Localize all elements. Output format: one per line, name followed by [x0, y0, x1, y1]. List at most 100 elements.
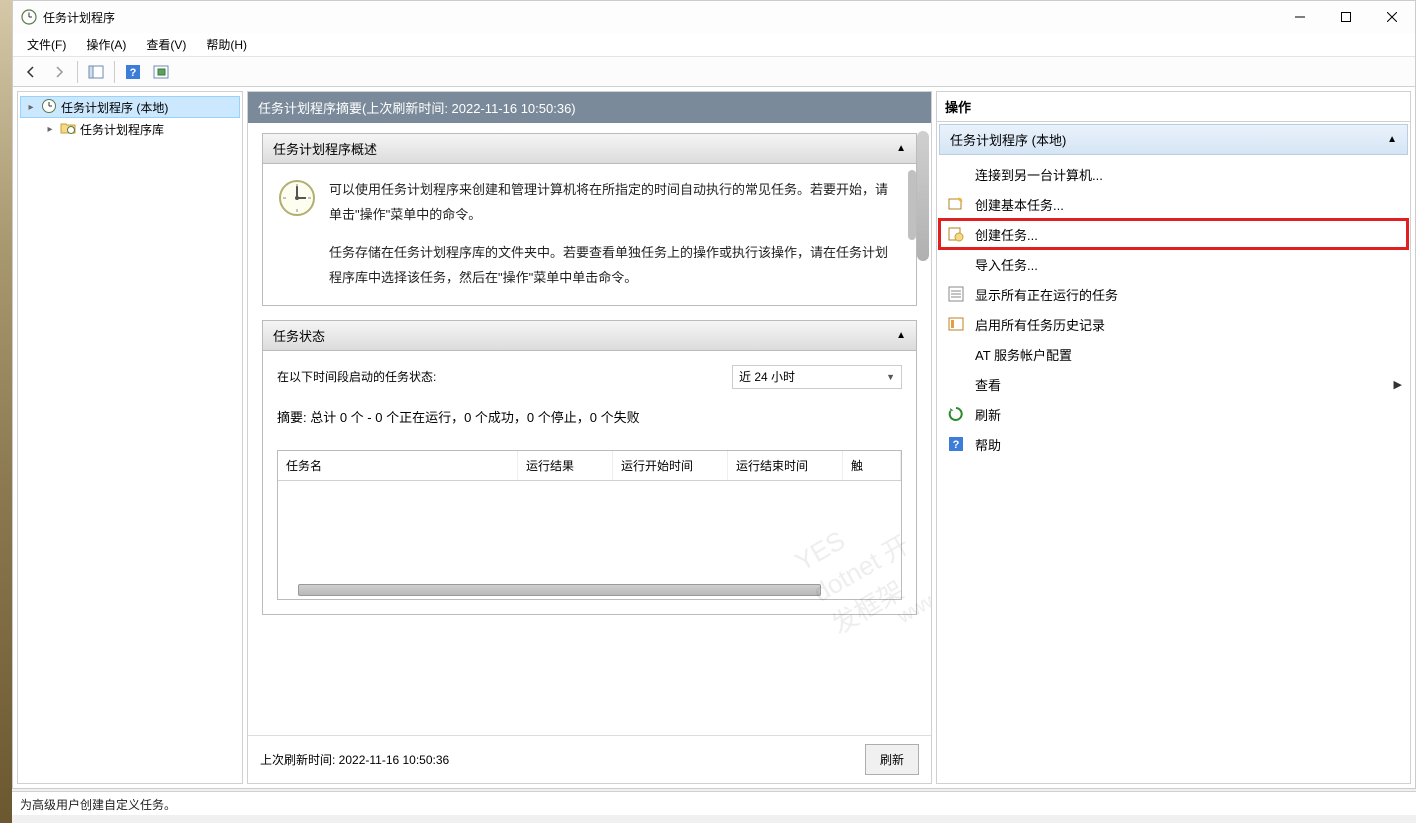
action-label: 导入任务...	[975, 255, 1038, 274]
status-section-header[interactable]: 任务状态 ▲	[262, 320, 917, 351]
last-refresh-label: 上次刷新时间: 2022-11-16 10:50:36	[260, 751, 449, 768]
col-run-result[interactable]: 运行结果	[518, 451, 613, 480]
chevron-up-icon: ▲	[1387, 134, 1397, 145]
chevron-up-icon: ▲	[896, 330, 906, 341]
svg-text:?: ?	[130, 67, 137, 79]
app-icon	[21, 9, 37, 25]
tree-expand-icon[interactable]: ▸	[25, 102, 37, 113]
action-list: 连接到另一台计算机... 创建基本任务... 创建任务... 导入任务... 显…	[937, 157, 1410, 461]
action-enable-history[interactable]: 启用所有任务历史记录	[939, 309, 1408, 339]
expand-arrow-icon: ▶	[1394, 378, 1402, 391]
horizontal-scrollbar-thumb[interactable]	[298, 584, 821, 596]
overview-text: 可以使用任务计划程序来创建和管理计算机将在所指定的时间自动执行的常见任务。若要开…	[329, 178, 902, 291]
status-summary-text: 摘要: 总计 0 个 - 0 个正在运行，0 个成功，0 个停止，0 个失败	[277, 407, 902, 426]
summary-body: 任务计划程序概述 ▲ 可以使用任务计划程序来创建和管理计算机将在所指定的时间自动…	[248, 123, 931, 735]
col-task-name[interactable]: 任务名	[278, 451, 518, 480]
show-hide-console-button[interactable]	[84, 60, 108, 84]
tree-expand-icon[interactable]: ▸	[44, 124, 56, 135]
action-label: AT 服务帐户配置	[975, 345, 1072, 364]
status-period-combo[interactable]: 近 24 小时 ▼	[732, 365, 902, 389]
menu-file[interactable]: 文件(F)	[17, 34, 76, 55]
clock-icon	[41, 98, 57, 117]
main-area: ▸ 任务计划程序 (本地) ▸ 任务计划程序库 任务计划程序摘要(上次刷新时间:…	[13, 87, 1415, 788]
col-end-time[interactable]: 运行结束时间	[728, 451, 843, 480]
section-title: 任务计划程序 (本地)	[950, 130, 1066, 149]
menubar: 文件(F) 操作(A) 查看(V) 帮助(H)	[13, 33, 1415, 57]
menu-view[interactable]: 查看(V)	[136, 34, 196, 55]
overview-paragraph: 可以使用任务计划程序来创建和管理计算机将在所指定的时间自动执行的常见任务。若要开…	[329, 178, 888, 227]
action-label: 帮助	[975, 435, 1001, 454]
svg-text:?: ?	[953, 439, 960, 451]
refresh-button[interactable]: 刷新	[865, 744, 919, 775]
status-box: 在以下时间段启动的任务状态: 近 24 小时 ▼ 摘要: 总计 0 个 - 0 …	[262, 351, 917, 615]
scrollbar-thumb[interactable]	[908, 170, 916, 240]
chevron-down-icon: ▼	[886, 372, 895, 382]
actions-panel-title: 操作	[937, 92, 1410, 122]
section-title: 任务状态	[273, 326, 325, 345]
refresh-row: 上次刷新时间: 2022-11-16 10:50:36 刷新	[248, 735, 931, 783]
toolbar-separator	[114, 61, 115, 83]
maximize-button[interactable]	[1323, 1, 1369, 33]
task-table-header: 任务名 运行结果 运行开始时间 运行结束时间 触	[278, 451, 901, 481]
action-show-running[interactable]: 显示所有正在运行的任务	[939, 279, 1408, 309]
overview-paragraph: 任务存储在任务计划程序库的文件夹中。若要查看单独任务上的操作或执行该操作，请在任…	[329, 241, 888, 290]
task-table: 任务名 运行结果 运行开始时间 运行结束时间 触	[277, 450, 902, 600]
center-panel: 任务计划程序摘要(上次刷新时间: 2022-11-16 10:50:36) 任务…	[247, 91, 932, 784]
section-title: 任务计划程序概述	[273, 139, 377, 158]
folder-clock-icon	[60, 120, 76, 139]
tree-root-item[interactable]: ▸ 任务计划程序 (本地)	[20, 96, 240, 118]
menu-help[interactable]: 帮助(H)	[196, 34, 257, 55]
window-title: 任务计划程序	[43, 9, 115, 26]
action-refresh[interactable]: 刷新	[939, 399, 1408, 429]
desktop-background-strip	[0, 0, 12, 823]
minimize-button[interactable]	[1277, 1, 1323, 33]
chevron-up-icon: ▲	[896, 143, 906, 154]
tree-library-item[interactable]: ▸ 任务计划程序库	[20, 118, 240, 140]
toolbar-separator	[77, 61, 78, 83]
blank-icon	[947, 255, 965, 273]
action-label: 刷新	[975, 405, 1001, 424]
overview-section-header[interactable]: 任务计划程序概述 ▲	[262, 133, 917, 164]
action-label: 创建任务...	[975, 225, 1038, 244]
close-button[interactable]	[1369, 1, 1415, 33]
help-icon: ?	[947, 435, 965, 453]
main-window: 任务计划程序 文件(F) 操作(A) 查看(V) 帮助(H) ? ▸ 任务计划程…	[12, 0, 1416, 789]
col-start-time[interactable]: 运行开始时间	[613, 451, 728, 480]
task-icon	[947, 225, 965, 243]
action-at-config[interactable]: AT 服务帐户配置	[939, 339, 1408, 369]
action-create-basic-task[interactable]: 创建基本任务...	[939, 189, 1408, 219]
clock-icon	[277, 178, 317, 218]
scrollbar-thumb[interactable]	[917, 131, 929, 261]
tree-panel: ▸ 任务计划程序 (本地) ▸ 任务计划程序库	[17, 91, 243, 784]
titlebar: 任务计划程序	[13, 1, 1415, 33]
action-view[interactable]: 查看 ▶	[939, 369, 1408, 399]
nav-back-button[interactable]	[19, 60, 43, 84]
nav-forward-button[interactable]	[47, 60, 71, 84]
action-label: 显示所有正在运行的任务	[975, 285, 1118, 304]
action-connect-computer[interactable]: 连接到另一台计算机...	[939, 159, 1408, 189]
action-label: 查看	[975, 375, 1001, 394]
action-import-task[interactable]: 导入任务...	[939, 249, 1408, 279]
col-more[interactable]: 触	[843, 451, 901, 480]
history-icon	[947, 315, 965, 333]
tree-label: 任务计划程序库	[80, 121, 164, 138]
actions-section-header[interactable]: 任务计划程序 (本地) ▲	[939, 124, 1408, 155]
blank-icon	[947, 345, 965, 363]
refresh-icon	[947, 405, 965, 423]
help-button[interactable]: ?	[121, 60, 145, 84]
action-create-task[interactable]: 创建任务...	[939, 219, 1408, 249]
action-help[interactable]: ? 帮助	[939, 429, 1408, 459]
menu-action[interactable]: 操作(A)	[76, 34, 136, 55]
action-label: 创建基本任务...	[975, 195, 1064, 214]
properties-button[interactable]	[149, 60, 173, 84]
statusbar: 为高级用户创建自定义任务。	[12, 791, 1416, 815]
action-label: 启用所有任务历史记录	[975, 315, 1105, 334]
blank-icon	[947, 165, 965, 183]
tree-label: 任务计划程序 (本地)	[61, 99, 168, 116]
list-icon	[947, 285, 965, 303]
toolbar: ?	[13, 57, 1415, 87]
wizard-icon	[947, 195, 965, 213]
overview-box: 可以使用任务计划程序来创建和管理计算机将在所指定的时间自动执行的常见任务。若要开…	[262, 164, 917, 306]
statusbar-text: 为高级用户创建自定义任务。	[20, 798, 176, 812]
status-period-row: 在以下时间段启动的任务状态: 近 24 小时 ▼	[277, 365, 902, 389]
